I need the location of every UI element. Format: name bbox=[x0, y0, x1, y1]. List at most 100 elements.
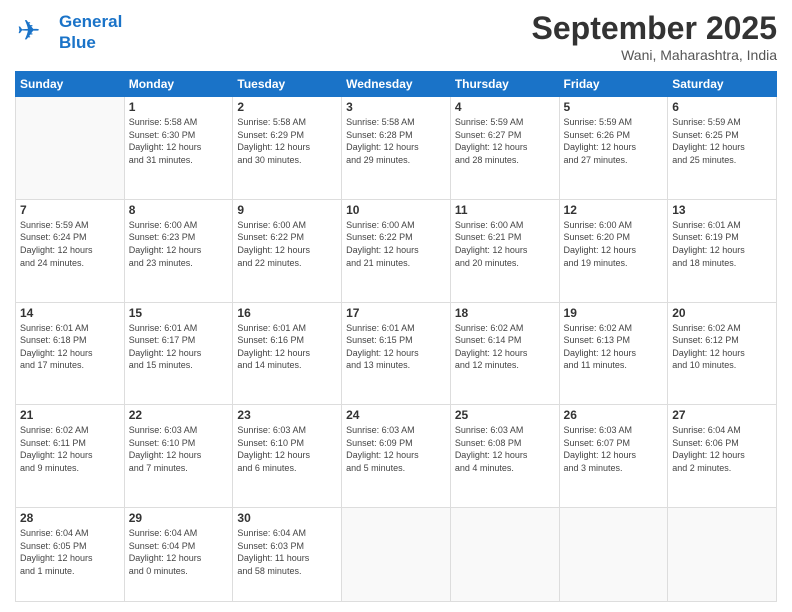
cell-info: Sunrise: 6:03 AM Sunset: 6:08 PM Dayligh… bbox=[455, 424, 555, 474]
day-number: 21 bbox=[20, 408, 120, 422]
calendar-cell: 3Sunrise: 5:58 AM Sunset: 6:28 PM Daylig… bbox=[342, 97, 451, 200]
cell-info: Sunrise: 6:01 AM Sunset: 6:18 PM Dayligh… bbox=[20, 322, 120, 372]
calendar-table: SundayMondayTuesdayWednesdayThursdayFrid… bbox=[15, 71, 777, 602]
day-number: 20 bbox=[672, 306, 772, 320]
day-number: 25 bbox=[455, 408, 555, 422]
day-number: 17 bbox=[346, 306, 446, 320]
calendar-cell: 26Sunrise: 6:03 AM Sunset: 6:07 PM Dayli… bbox=[559, 405, 668, 508]
cell-info: Sunrise: 6:03 AM Sunset: 6:09 PM Dayligh… bbox=[346, 424, 446, 474]
calendar-cell: 9 Sunrise: 6:00 AM Sunset: 6:22 PM Daylig… bbox=[233, 199, 342, 302]
day-number: 23 bbox=[237, 408, 337, 422]
weekday-header: Wednesday bbox=[342, 72, 451, 97]
day-number: 4 bbox=[455, 100, 555, 114]
day-number: 9 bbox=[237, 203, 337, 217]
calendar-cell: 17 Sunrise: 6:01 AM Sunset: 6:15 PM Dayli… bbox=[342, 302, 451, 405]
cell-info: Sunrise: 6:02 AM Sunset: 6:11 PM Dayligh… bbox=[20, 424, 120, 474]
weekday-header: Sunday bbox=[16, 72, 125, 97]
logo-icon: ✈ bbox=[15, 10, 55, 55]
day-number: 16 bbox=[237, 306, 337, 320]
cell-info: Sunrise: 6:00 AM Sunset: 6:22 PM Dayligh… bbox=[237, 219, 337, 269]
calendar-cell: 25 Sunrise: 6:03 AM Sunset: 6:08 PM Dayli… bbox=[450, 405, 559, 508]
calendar-cell: 29 Sunrise: 6:04 AM Sunset: 6:04 PM Dayli… bbox=[124, 508, 233, 602]
calendar-cell: 27 Sunrise: 6:04 AM Sunset: 6:06 PM Dayli… bbox=[668, 405, 777, 508]
day-number: 29 bbox=[129, 511, 229, 525]
day-number: 5 bbox=[564, 100, 664, 114]
calendar-cell: 5 Sunrise: 5:59 AM Sunset: 6:26 PM Daylig… bbox=[559, 97, 668, 200]
day-number: 8 bbox=[129, 203, 229, 217]
cell-info: Sunrise: 6:02 AM Sunset: 6:13 PM Dayligh… bbox=[564, 322, 664, 372]
day-number: 22 bbox=[129, 408, 229, 422]
day-number: 10 bbox=[346, 203, 446, 217]
calendar-cell bbox=[450, 508, 559, 602]
calendar-week-row: 14 Sunrise: 6:01 AM Sunset: 6:18 PM Dayli… bbox=[16, 302, 777, 405]
day-number: 11 bbox=[455, 203, 555, 217]
calendar-cell: 11 Sunrise: 6:00 AM Sunset: 6:21 PM Dayli… bbox=[450, 199, 559, 302]
title-area: September 2025 Wani, Maharashtra, India bbox=[532, 10, 777, 63]
calendar-cell: 13 Sunrise: 6:01 AM Sunset: 6:19 PM Dayli… bbox=[668, 199, 777, 302]
cell-info: Sunrise: 6:04 AM Sunset: 6:06 PM Dayligh… bbox=[672, 424, 772, 474]
cell-info: Sunrise: 6:03 AM Sunset: 6:07 PM Dayligh… bbox=[564, 424, 664, 474]
cell-info: Sunrise: 5:59 AM Sunset: 6:25 PM Dayligh… bbox=[672, 116, 772, 166]
day-number: 12 bbox=[564, 203, 664, 217]
day-number: 30 bbox=[237, 511, 337, 525]
calendar-week-row: 7 Sunrise: 5:59 AM Sunset: 6:24 PM Daylig… bbox=[16, 199, 777, 302]
cell-info: Sunrise: 5:58 AM Sunset: 6:30 PM Dayligh… bbox=[129, 116, 229, 166]
calendar-cell: 20 Sunrise: 6:02 AM Sunset: 6:12 PM Dayli… bbox=[668, 302, 777, 405]
logo: ✈ General Blue bbox=[15, 10, 122, 55]
calendar-cell: 30Sunrise: 6:04 AM Sunset: 6:03 PM Dayli… bbox=[233, 508, 342, 602]
cell-info: Sunrise: 6:03 AM Sunset: 6:10 PM Dayligh… bbox=[237, 424, 337, 474]
day-number: 14 bbox=[20, 306, 120, 320]
cell-info: Sunrise: 6:01 AM Sunset: 6:15 PM Dayligh… bbox=[346, 322, 446, 372]
day-number: 18 bbox=[455, 306, 555, 320]
month-title: September 2025 bbox=[532, 10, 777, 47]
weekday-header: Friday bbox=[559, 72, 668, 97]
day-number: 27 bbox=[672, 408, 772, 422]
calendar-cell bbox=[342, 508, 451, 602]
calendar-cell: 15 Sunrise: 6:01 AM Sunset: 6:17 PM Dayli… bbox=[124, 302, 233, 405]
calendar-week-row: 21 Sunrise: 6:02 AM Sunset: 6:11 PM Dayli… bbox=[16, 405, 777, 508]
cell-info: Sunrise: 6:02 AM Sunset: 6:12 PM Dayligh… bbox=[672, 322, 772, 372]
cell-info: Sunrise: 5:58 AM Sunset: 6:29 PM Dayligh… bbox=[237, 116, 337, 166]
calendar-cell: 24Sunrise: 6:03 AM Sunset: 6:09 PM Dayli… bbox=[342, 405, 451, 508]
logo-text: General Blue bbox=[59, 12, 122, 53]
calendar-cell: 6 Sunrise: 5:59 AM Sunset: 6:25 PM Daylig… bbox=[668, 97, 777, 200]
calendar-cell: 12 Sunrise: 6:00 AM Sunset: 6:20 PM Dayli… bbox=[559, 199, 668, 302]
day-number: 7 bbox=[20, 203, 120, 217]
calendar-cell: 28Sunrise: 6:04 AM Sunset: 6:05 PM Dayli… bbox=[16, 508, 125, 602]
cell-info: Sunrise: 6:00 AM Sunset: 6:22 PM Dayligh… bbox=[346, 219, 446, 269]
cell-info: Sunrise: 6:02 AM Sunset: 6:14 PM Dayligh… bbox=[455, 322, 555, 372]
day-number: 13 bbox=[672, 203, 772, 217]
cell-info: Sunrise: 6:01 AM Sunset: 6:19 PM Dayligh… bbox=[672, 219, 772, 269]
calendar-cell: 2 Sunrise: 5:58 AM Sunset: 6:29 PM Daylig… bbox=[233, 97, 342, 200]
cell-info: Sunrise: 6:01 AM Sunset: 6:17 PM Dayligh… bbox=[129, 322, 229, 372]
day-number: 3 bbox=[346, 100, 446, 114]
calendar-cell: 16Sunrise: 6:01 AM Sunset: 6:16 PM Dayli… bbox=[233, 302, 342, 405]
day-number: 2 bbox=[237, 100, 337, 114]
calendar-week-row: 28Sunrise: 6:04 AM Sunset: 6:05 PM Dayli… bbox=[16, 508, 777, 602]
cell-info: Sunrise: 5:59 AM Sunset: 6:24 PM Dayligh… bbox=[20, 219, 120, 269]
calendar-week-row: 1Sunrise: 5:58 AM Sunset: 6:30 PM Daylig… bbox=[16, 97, 777, 200]
header: ✈ General Blue September 2025 Wani, Maha… bbox=[15, 10, 777, 63]
calendar-cell: 4Sunrise: 5:59 AM Sunset: 6:27 PM Daylig… bbox=[450, 97, 559, 200]
cell-info: Sunrise: 6:04 AM Sunset: 6:04 PM Dayligh… bbox=[129, 527, 229, 577]
weekday-header: Saturday bbox=[668, 72, 777, 97]
cell-info: Sunrise: 5:59 AM Sunset: 6:26 PM Dayligh… bbox=[564, 116, 664, 166]
weekday-header: Tuesday bbox=[233, 72, 342, 97]
cell-info: Sunrise: 6:03 AM Sunset: 6:10 PM Dayligh… bbox=[129, 424, 229, 474]
calendar-cell: 10 Sunrise: 6:00 AM Sunset: 6:22 PM Dayli… bbox=[342, 199, 451, 302]
day-number: 19 bbox=[564, 306, 664, 320]
cell-info: Sunrise: 6:04 AM Sunset: 6:05 PM Dayligh… bbox=[20, 527, 120, 577]
cell-info: Sunrise: 6:00 AM Sunset: 6:21 PM Dayligh… bbox=[455, 219, 555, 269]
calendar-cell: 8 Sunrise: 6:00 AM Sunset: 6:23 PM Daylig… bbox=[124, 199, 233, 302]
calendar-cell: 18 Sunrise: 6:02 AM Sunset: 6:14 PM Dayli… bbox=[450, 302, 559, 405]
calendar-cell bbox=[668, 508, 777, 602]
day-number: 15 bbox=[129, 306, 229, 320]
cell-info: Sunrise: 6:00 AM Sunset: 6:20 PM Dayligh… bbox=[564, 219, 664, 269]
calendar-cell bbox=[559, 508, 668, 602]
page: ✈ General Blue September 2025 Wani, Maha… bbox=[0, 0, 792, 612]
weekday-header: Thursday bbox=[450, 72, 559, 97]
weekday-header: Monday bbox=[124, 72, 233, 97]
day-number: 6 bbox=[672, 100, 772, 114]
cell-info: Sunrise: 6:00 AM Sunset: 6:23 PM Dayligh… bbox=[129, 219, 229, 269]
weekday-header-row: SundayMondayTuesdayWednesdayThursdayFrid… bbox=[16, 72, 777, 97]
